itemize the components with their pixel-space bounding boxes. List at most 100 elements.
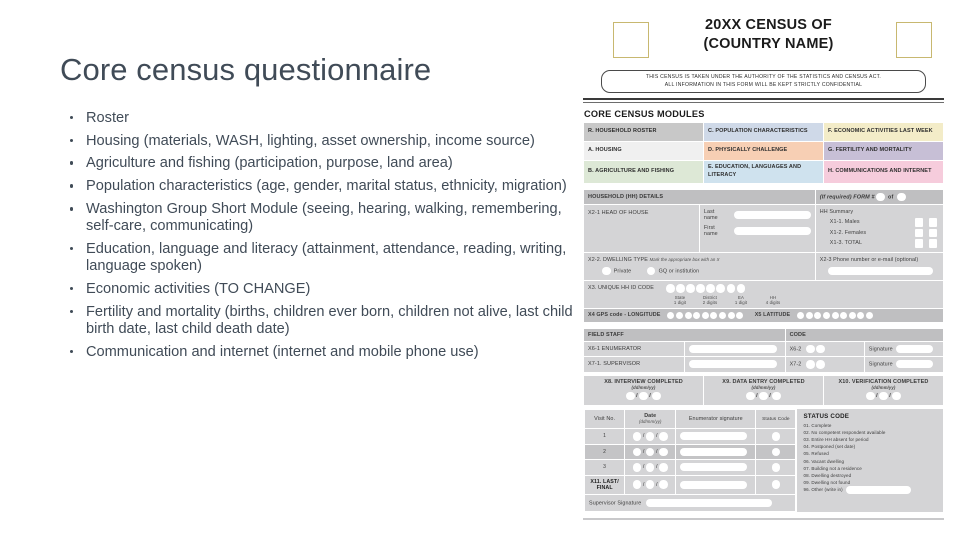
interview-completed-date[interactable]: / / — [586, 391, 701, 401]
data-entry-completed-date[interactable]: / / — [706, 391, 821, 401]
enumerator-code-box-1[interactable] — [806, 344, 815, 354]
enumerator-label: X6-1 ENUMERATOR — [583, 340, 685, 357]
household-band-label: HOUSEHOLD (HH) DETAILS — [583, 188, 816, 205]
status-other-input[interactable] — [846, 486, 912, 494]
enumerator-signature-header: Enumerator signature — [675, 409, 757, 430]
modules-table: R. HOUSEHOLD ROSTER C. POPULATION CHARAC… — [583, 121, 944, 184]
last-final-label: X11. LAST/ FINAL — [583, 474, 626, 495]
bullet-dot-icon — [70, 138, 74, 142]
last-name-label: Last name — [703, 209, 718, 222]
table-row: X2-1 HEAD OF HOUSE Last name First name … — [583, 204, 945, 253]
visit-row-number: 2 — [583, 443, 626, 460]
form-header: 20XX CENSUS OF (COUNTRY NAME) — [583, 8, 944, 70]
table-row: X4 GPS code - LONGITUDE X5 LATITUDE — [583, 307, 944, 323]
visit-date-final[interactable]: / / — [629, 480, 671, 489]
enumerator-signature-input[interactable] — [896, 344, 933, 353]
header-divider-thick — [583, 98, 944, 101]
bullet-text: Fertility and mortality (births, childre… — [86, 303, 573, 337]
supervisor-signature-final-input[interactable] — [645, 498, 772, 507]
females-box-2[interactable] — [928, 228, 938, 238]
visit-date-1[interactable]: / / — [629, 432, 671, 441]
visit-signature-2[interactable] — [680, 447, 747, 456]
status-code-header: Status Code — [755, 409, 797, 430]
table-row: X2-2. DWELLING TYPE Mark the appropriate… — [583, 251, 945, 282]
form-number-field-2[interactable] — [897, 192, 906, 202]
list-item: Washington Group Short Module (seeing, h… — [60, 201, 585, 235]
visit-no-header: Visit No. — [583, 409, 626, 430]
table-row: HOUSEHOLD (HH) DETAILS (If required) FOR… — [583, 188, 945, 205]
verification-completed-date[interactable]: / / — [826, 391, 941, 401]
visit-signature-1[interactable] — [680, 432, 747, 441]
visit-row-number: 1 — [583, 428, 626, 445]
supervisor-signature-final-label: Supervisor Signature — [589, 499, 642, 506]
table-row: X3. UNIQUE HH ID CODE State 1 digit Distr… — [583, 280, 944, 309]
code-band-label: CODE — [784, 327, 945, 342]
dwelling-gq-radio[interactable] — [646, 266, 656, 276]
males-box-2[interactable] — [928, 218, 938, 227]
table-row: X7-1. SUPERVISOR X7-2 Signature — [583, 356, 945, 373]
table-row: FIELD STAFF CODE — [583, 327, 945, 342]
visit-status-3[interactable] — [771, 463, 781, 472]
status-code-heading: STATUS CODE — [803, 413, 850, 421]
unique-id-label: X3. UNIQUE HH ID CODE — [588, 285, 654, 292]
visit-date-3[interactable]: / / — [629, 463, 671, 472]
bullet-dot-icon — [70, 184, 74, 188]
form-number-field-1[interactable] — [876, 192, 885, 202]
modules-heading: CORE CENSUS MODULES — [584, 108, 705, 119]
first-name-input[interactable] — [733, 227, 811, 236]
dwelling-type-note: Mark the appropriate box with an X — [649, 256, 720, 262]
field-staff-table: FIELD STAFF CODE X6-1 ENUMERATOR X6-2 Si… — [583, 327, 945, 373]
total-box-1[interactable] — [914, 239, 924, 248]
table-row: Visit No. Date (dd/mm/yy) Enumerator sig… — [582, 408, 944, 513]
id-part-district: District 2 digits — [702, 294, 718, 305]
supervisor-code-box-2[interactable] — [816, 360, 825, 369]
id-part-state: State 1 digit — [673, 294, 687, 305]
visit-status-1[interactable] — [771, 432, 781, 441]
visit-status-2[interactable] — [771, 447, 781, 457]
supervisor-signature-input[interactable] — [896, 360, 933, 369]
dwelling-private-radio[interactable] — [602, 266, 611, 276]
gps-longitude-circles[interactable] — [667, 311, 744, 319]
females-box-1[interactable] — [914, 228, 924, 238]
name-fields-cell: Last name First name — [698, 204, 816, 253]
data-entry-completed-note: (dd/mm/yy) — [751, 384, 776, 390]
list-item: Communication and internet (internet and… — [60, 344, 585, 361]
visit-signature-final[interactable] — [680, 480, 747, 489]
verification-completed-label: X10. VERIFICATION COMPLETED — [838, 378, 929, 385]
table-row: B. AGRICULTURE AND FISHING E. EDUCATION,… — [583, 159, 944, 184]
table-row: X8. INTERVIEW COMPLETED (dd/mm/yy) / / X9… — [583, 374, 945, 407]
bullet-dot-icon — [70, 115, 74, 119]
bullet-text: Communication and internet (internet and… — [86, 343, 479, 360]
gps-longitude-label: X4 GPS code - LONGITUDE — [588, 312, 661, 319]
bullet-text: Housing (materials, WASH, lighting, asse… — [86, 132, 535, 149]
total-box-2[interactable] — [928, 239, 938, 248]
visits-status-table: Visit No. Date (dd/mm/yy) Enumerator sig… — [582, 408, 944, 513]
supervisor-input[interactable] — [688, 360, 777, 369]
supervisor-code-box-1[interactable] — [806, 360, 815, 369]
enumerator-input[interactable] — [688, 344, 777, 353]
module-cell-b: B. AGRICULTURE AND FISHING — [583, 159, 704, 184]
list-item: Economic activities (TO CHANGE) — [60, 281, 585, 298]
phone-cell: X2-3 Phone number or e-mail (optional) — [814, 251, 945, 282]
bullet-dot-icon — [70, 207, 74, 211]
unique-id-cell: X3. UNIQUE HH ID CODE State 1 digit Distr… — [583, 280, 944, 309]
table-row: 2 // — [583, 443, 797, 460]
supervisor-signature-cell: Signature — [863, 356, 945, 373]
status-code-item: 06. Vacant dwelling — [803, 458, 845, 464]
enumerator-code-box-2[interactable] — [816, 344, 825, 354]
phone-input[interactable] — [827, 266, 933, 275]
bullet-text: Economic activities (TO CHANGE) — [86, 281, 311, 298]
gps-latitude-circles[interactable] — [797, 311, 874, 319]
bullet-dot-icon — [70, 287, 74, 291]
unique-id-circles[interactable] — [666, 284, 747, 293]
gps-latitude-label: X5 LATITUDE — [754, 312, 791, 319]
visit-status-final[interactable] — [771, 480, 781, 489]
census-form-image: 20XX CENSUS OF (COUNTRY NAME) THIS CENSU… — [582, 8, 945, 520]
table-row: 3 // — [583, 459, 797, 476]
last-name-input[interactable] — [733, 211, 811, 220]
status-code-item: 02. No competent respondent available — [803, 430, 886, 436]
visit-signature-3[interactable] — [680, 463, 747, 472]
males-box-1[interactable] — [914, 218, 924, 227]
page-title: Core census questionnaire — [60, 52, 432, 87]
visit-date-2[interactable]: / / — [629, 447, 671, 457]
